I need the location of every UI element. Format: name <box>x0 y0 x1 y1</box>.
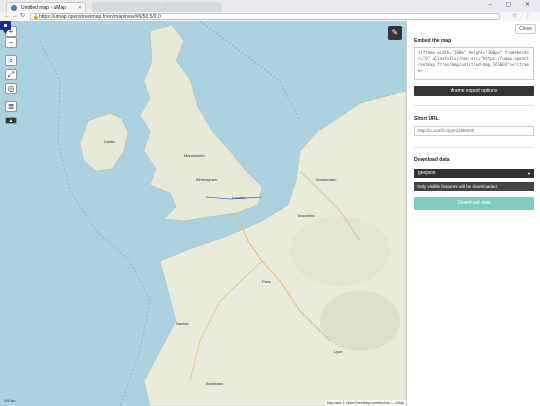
umap-favicon-icon <box>11 5 17 11</box>
tab-background[interactable] <box>92 2 162 12</box>
city-label: Amsterdam <box>316 177 337 182</box>
search-icon[interactable]: ⌕ <box>5 55 17 66</box>
chevron-down-icon: ▼ <box>527 171 531 176</box>
city-label: Bruxelles <box>298 213 315 218</box>
address-bar[interactable]: 🔒 https://umap.openstreetmap.fr/en/map/n… <box>30 13 500 20</box>
lock-icon: 🔒 <box>33 14 40 20</box>
city-label: Dublin <box>104 139 116 144</box>
scale-bar: 100 km <box>4 399 16 403</box>
city-label: Nantes <box>176 321 189 326</box>
map-tiles <box>39 21 406 406</box>
url-text: https://umap.openstreetmap.fr/en/map/new… <box>39 14 161 20</box>
download-note: Only visible features will be downloaded… <box>414 182 534 191</box>
city-label: Manchester <box>184 153 205 158</box>
divider <box>414 147 534 148</box>
tab-umap[interactable]: Untitled map - uMap ✕ <box>6 2 86 12</box>
share-panel: Close Embed the map <iframe width="100%"… <box>406 21 540 406</box>
layers-icon[interactable]: ≣ <box>5 101 17 112</box>
city-label: London <box>232 195 246 200</box>
forward-button[interactable]: → <box>12 12 18 21</box>
pencil-icon[interactable]: ✎ <box>388 26 402 40</box>
star-icon[interactable]: ☆ ⋮ <box>512 12 534 21</box>
back-button[interactable]: ← <box>4 12 10 21</box>
format-value: geojson <box>418 170 436 176</box>
map-marker-icon[interactable] <box>0 21 11 34</box>
reload-button[interactable]: ↻ <box>20 12 25 21</box>
window-controls[interactable]: – ▢ ✕ <box>489 1 536 8</box>
city-label: Lyon <box>334 349 343 354</box>
city-label: Paris <box>262 279 272 284</box>
caret-up-icon[interactable]: ▲ <box>5 117 17 124</box>
fullscreen-icon[interactable]: ⤢ <box>5 69 17 80</box>
city-label: Birmingham <box>196 177 218 182</box>
short-url-input[interactable]: http://u.osmfr.org/m/165003/ <box>414 126 534 136</box>
iframe-export-options-button[interactable]: iframe export options <box>414 86 534 96</box>
close-button[interactable]: Close <box>515 24 536 34</box>
locate-icon[interactable]: ◎ <box>5 83 17 94</box>
city-label: Bordeaux <box>206 381 224 386</box>
short-url-heading: Short URL <box>414 116 439 122</box>
map-canvas[interactable]: Dublin London Paris Amsterdam Bruxelles … <box>0 21 406 406</box>
browser-chrome: Untitled map - uMap ✕ – ▢ ✕ ← → ↻ 🔒 http… <box>0 0 540 21</box>
download-heading: Download data <box>414 157 450 163</box>
tab-title: Untitled map - uMap <box>21 5 67 11</box>
embed-code-textarea[interactable]: <iframe width="100%" height="300px" fram… <box>414 47 534 80</box>
zoom-out-button[interactable]: − <box>5 37 17 48</box>
format-select[interactable]: geojson ▼ <box>414 169 534 178</box>
divider <box>414 105 534 106</box>
tab-close-icon[interactable]: ✕ <box>78 3 82 12</box>
map-attribution[interactable]: Map data © OpenStreetMap contributors — … <box>324 400 406 406</box>
embed-heading: Embed the map <box>414 38 452 44</box>
download-button[interactable]: Download data <box>414 197 534 210</box>
tab-background-2[interactable] <box>162 2 222 12</box>
toolbar: ← → ↻ 🔒 https://umap.openstreetmap.fr/en… <box>0 12 540 21</box>
